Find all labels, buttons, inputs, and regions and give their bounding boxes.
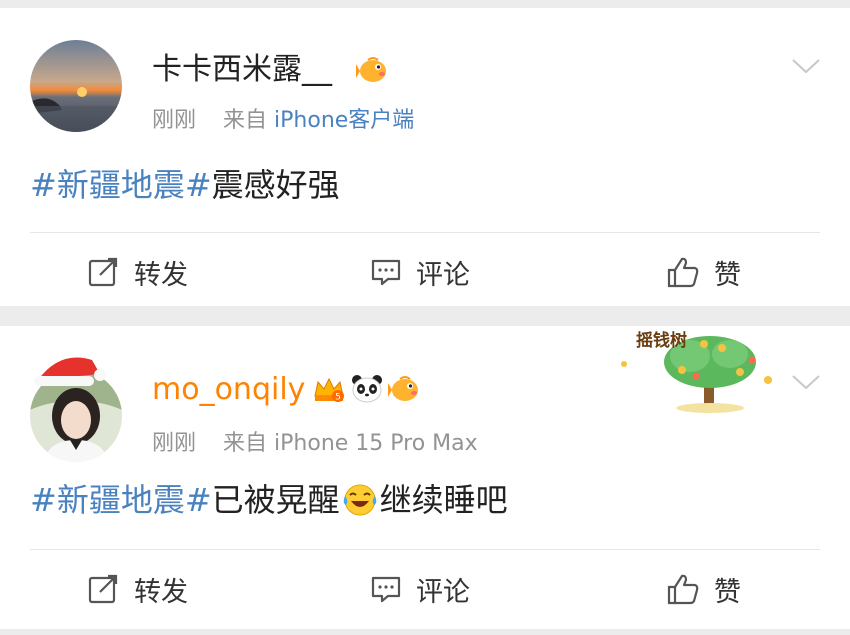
action-bar: 转发 评论 赞 xyxy=(0,242,850,302)
comment-button[interactable]: 评论 xyxy=(370,253,470,292)
bottom-spacer xyxy=(0,629,850,635)
like-icon xyxy=(667,257,699,288)
comment-label: 评论 xyxy=(416,259,470,291)
like-label: 赞 xyxy=(714,259,741,291)
post-content: #新疆地震#震感好强 xyxy=(30,165,340,205)
user-badges: 5 xyxy=(312,374,422,408)
post-meta: 刚刚 来自 iPhone 15 Pro Max xyxy=(152,430,478,458)
feed-post: 卡卡西米露__ 刚刚 来自 iPhone客户端 #新疆地震#震感好强 转发 评论… xyxy=(0,8,850,306)
post-content: #新疆地震#已被晃醒 继续睡吧 xyxy=(30,480,508,520)
fish-badge-icon[interactable] xyxy=(388,374,422,408)
repost-label: 转发 xyxy=(134,576,188,608)
repost-label: 转发 xyxy=(134,259,188,291)
source-prefix: 来自 xyxy=(223,108,268,133)
panda-badge-icon[interactable] xyxy=(350,374,384,408)
money-tree-decoration[interactable] xyxy=(612,330,782,414)
username[interactable]: mo_onqily xyxy=(152,372,305,408)
source-device: iPhone 15 Pro Max xyxy=(274,431,478,456)
topic-link[interactable]: #新疆地震# xyxy=(30,481,212,519)
feed-separator xyxy=(0,306,850,326)
like-button[interactable]: 赞 xyxy=(666,570,741,609)
like-button[interactable]: 赞 xyxy=(666,253,741,292)
laugh-cry-emoji xyxy=(343,484,376,516)
post-time: 刚刚 xyxy=(152,431,197,456)
avatar[interactable] xyxy=(30,40,122,132)
repost-icon xyxy=(88,257,118,287)
comment-icon xyxy=(371,576,401,603)
topic-link[interactable]: #新疆地震# xyxy=(30,166,212,204)
chevron-down-icon[interactable] xyxy=(790,56,822,76)
post-meta: 刚刚 来自 iPhone客户端 xyxy=(152,107,414,135)
repost-button[interactable]: 转发 xyxy=(88,253,188,292)
svg-text:5: 5 xyxy=(335,393,341,403)
santa-hat-icon xyxy=(34,357,106,386)
post-text-before: 已被晃醒 xyxy=(211,481,340,519)
divider xyxy=(30,549,820,550)
post-text: 震感好强 xyxy=(211,166,340,204)
repost-icon xyxy=(88,574,118,604)
repost-button[interactable]: 转发 xyxy=(88,570,188,609)
source-link[interactable]: iPhone客户端 xyxy=(274,108,414,133)
post-time: 刚刚 xyxy=(152,108,197,133)
top-spacer xyxy=(0,0,850,8)
user-badges xyxy=(356,55,390,89)
like-label: 赞 xyxy=(714,576,741,608)
post-text-after: 继续睡吧 xyxy=(379,481,508,519)
like-icon xyxy=(667,574,699,605)
comment-label: 评论 xyxy=(416,576,470,608)
comment-button[interactable]: 评论 xyxy=(370,570,470,609)
username[interactable]: 卡卡西米露__ xyxy=(152,52,332,88)
source-prefix: 来自 xyxy=(223,431,268,456)
action-bar: 转发 评论 赞 xyxy=(0,559,850,619)
divider xyxy=(30,232,820,233)
fish-badge-icon[interactable] xyxy=(356,55,390,89)
comment-icon xyxy=(371,259,401,286)
crown-badge-icon[interactable]: 5 xyxy=(312,374,346,408)
feed-post: mo_onqily 刚刚 来自 iPhone 15 Pro Max #新疆地震#… xyxy=(0,326,850,629)
chevron-down-icon[interactable] xyxy=(790,372,822,392)
